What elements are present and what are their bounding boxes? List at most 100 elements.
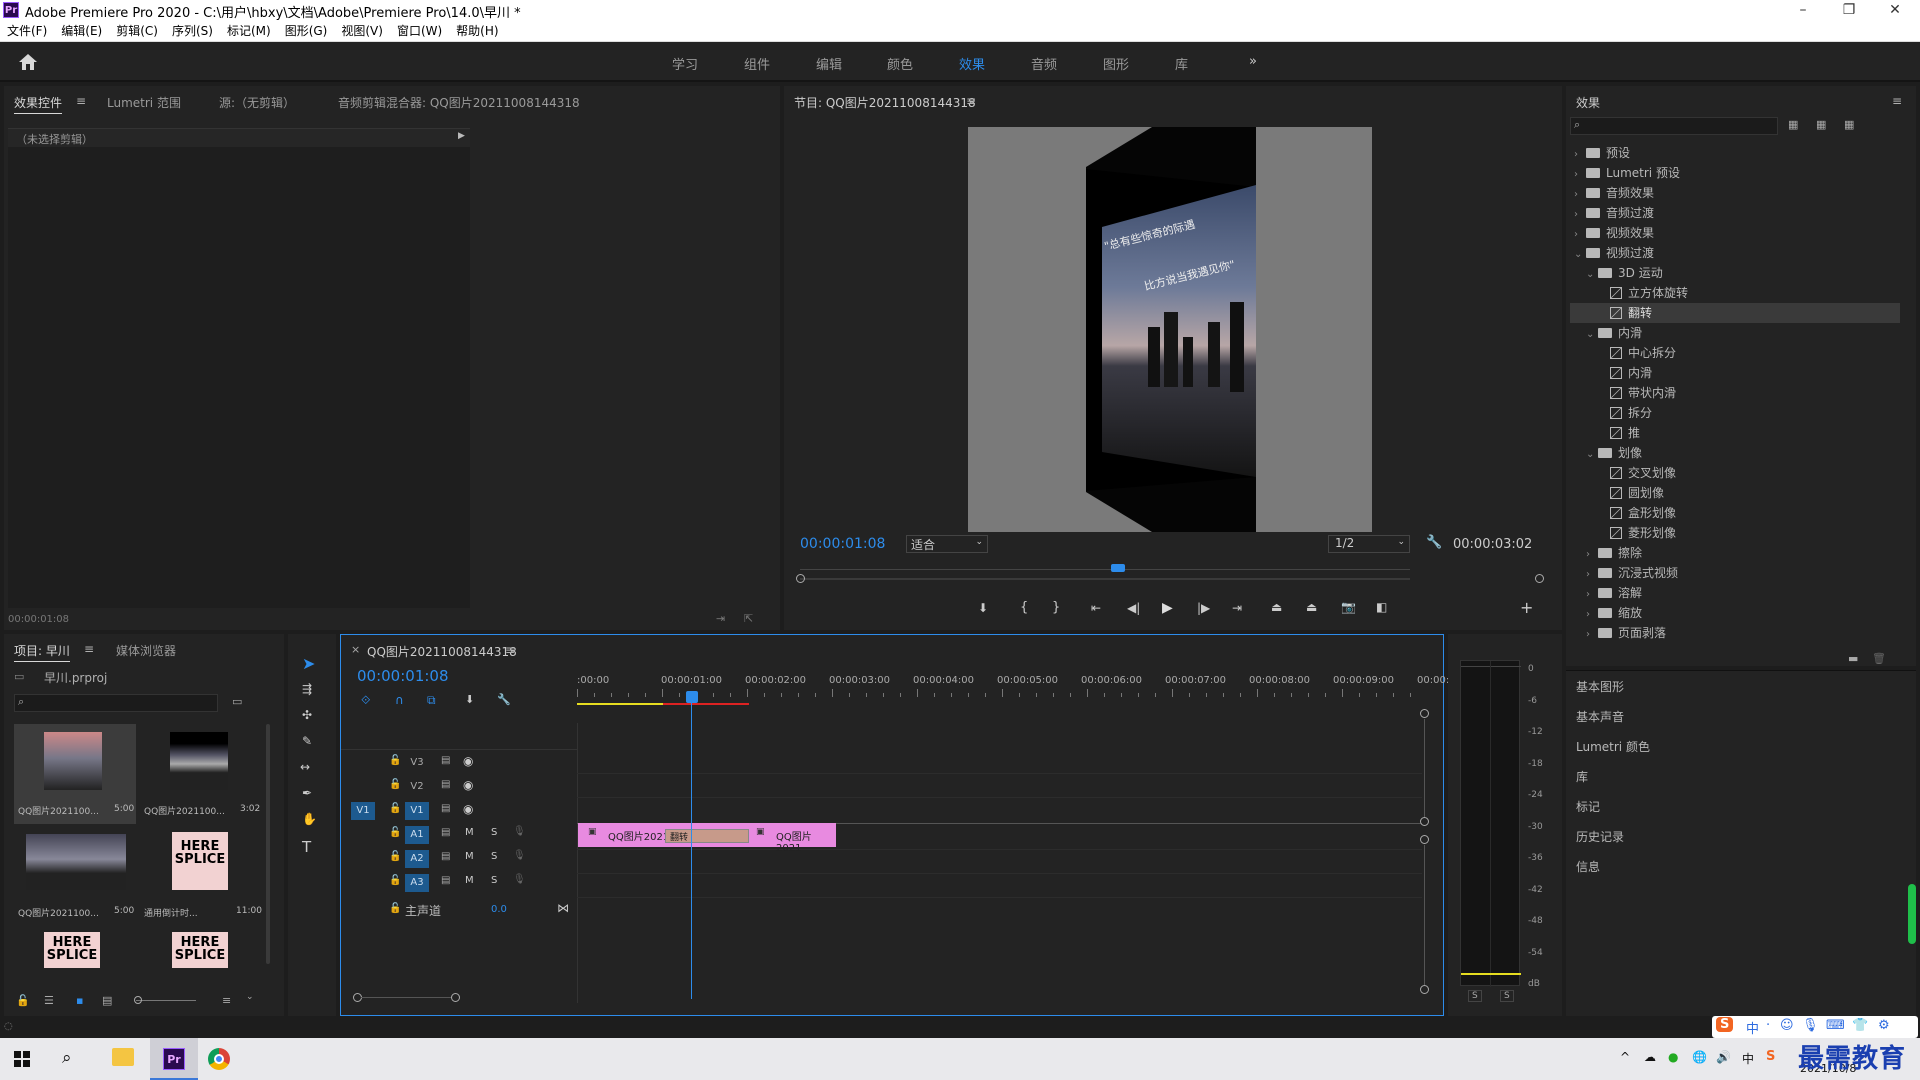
effects-tree-item[interactable]: › Lumetri 预设 [1570,163,1900,183]
microphone-icon[interactable]: 🎙 [513,874,526,885]
home-icon[interactable] [18,53,38,71]
mute-button[interactable]: M [465,827,474,838]
chevron-down-icon[interactable]: ⌄ [246,992,254,1002]
zoom-handle-left[interactable] [796,574,805,583]
effects-tree-item[interactable]: 圆划像 [1570,483,1900,503]
go-to-end-icon[interactable]: ⋈ [557,901,569,915]
menu-edit[interactable]: 编辑(E) [61,21,102,41]
pen-tool-icon[interactable]: ✒ [302,786,312,800]
side-panel-essential-graphics[interactable]: 基本图形 [1576,678,1624,695]
delete-icon[interactable]: 🗑 [1872,652,1886,665]
tab-media-browser[interactable]: 媒体浏览器 [116,642,176,659]
lock-icon[interactable]: 🔓 [389,903,401,914]
lock-icon[interactable]: 🔓 [389,803,401,814]
effects-tree-item[interactable]: › 溶解 [1570,583,1900,603]
solo-button[interactable]: S [491,827,497,838]
chevron-right-icon[interactable]: › [1586,625,1598,645]
lift-icon[interactable]: ⏏ [1271,600,1282,614]
zoom-slider-handle[interactable] [134,996,142,1004]
step-forward-icon[interactable]: |▶ [1197,601,1210,615]
vertical-zoom-handle[interactable] [1420,817,1429,826]
master-volume-value[interactable]: 0.0 [491,904,507,915]
sync-lock-icon[interactable]: ▤ [441,755,450,766]
menu-file[interactable]: 文件(F) [7,21,47,41]
effects-tree-item[interactable]: ⌄ 内滑 [1570,323,1900,343]
chevron-right-icon[interactable]: › [1574,165,1586,185]
go-to-in-icon[interactable]: ⇤ [1091,601,1101,615]
slip-tool-icon[interactable]: ↔ [300,760,310,774]
maximize-icon[interactable]: ❐ [1826,0,1872,21]
side-panel-markers[interactable]: 标记 [1576,798,1600,815]
vertical-zoom-handle[interactable] [1420,709,1429,718]
chevron-down-icon[interactable]: ⌄ [1586,445,1598,465]
track-target-toggle[interactable]: V1 [405,802,429,820]
chevron-right-icon[interactable]: › [1586,605,1598,625]
track-target-toggle[interactable]: V3 [405,754,429,772]
effects-tree-item[interactable]: 交叉划像 [1570,463,1900,483]
effects-tree-item[interactable]: 盒形划像 [1570,503,1900,523]
chevron-down-icon[interactable]: ⌄ [1574,245,1586,265]
input-method-icon[interactable]: 中 [1742,1050,1754,1067]
program-playhead[interactable] [1111,564,1125,572]
effects-tree-item[interactable]: › 沉浸式视频 [1570,563,1900,583]
track-target-toggle[interactable]: A2 [405,850,429,868]
tab-effect-controls[interactable]: 效果控件 [14,94,63,114]
sync-lock-icon[interactable]: ▤ [441,851,450,862]
network-icon[interactable]: 🌐 [1692,1050,1707,1064]
effects-menu-icon[interactable]: ≡ [1892,94,1902,108]
side-scrollbar[interactable] [1908,884,1916,944]
track-target-toggle[interactable]: V2 [405,778,429,796]
menu-window[interactable]: 窗口(W) [397,21,442,41]
mute-button[interactable]: M [465,851,474,862]
solo-button[interactable]: S [491,875,497,886]
eye-icon[interactable]: ◉ [463,754,473,768]
workspace-editing[interactable]: 编辑 [816,54,842,73]
side-panel-lumetri-color[interactable]: Lumetri 颜色 [1576,738,1650,755]
side-panel-history[interactable]: 历史记录 [1576,828,1624,845]
eye-icon[interactable]: ◉ [463,802,473,816]
project-item-5[interactable]: HERE SPLICE [44,932,100,968]
mark-in-icon[interactable]: { [1020,600,1028,615]
chrome-icon[interactable] [208,1048,230,1070]
mark-out-icon[interactable]: } [1052,600,1060,615]
program-current-timecode[interactable]: 00:00:01:08 [800,536,885,552]
freeform-view-icon[interactable]: ▤ [102,994,112,1007]
effects-tree-item[interactable]: 菱形划像 [1570,523,1900,543]
nest-icon[interactable]: ⟐ [361,693,370,708]
project-menu-icon[interactable]: ≡ [84,642,94,656]
flip-transition[interactable]: 翻转 [665,829,749,843]
ripple-icon[interactable]: ⇥ [716,612,725,625]
step-back-icon[interactable]: ◀| [1127,601,1140,615]
razor-tool-icon[interactable]: ✎ [302,734,312,748]
type-tool-icon[interactable]: T [302,838,311,856]
eye-icon[interactable]: ◉ [463,778,473,792]
side-panel-info[interactable]: 信息 [1576,858,1600,875]
audio-scrollbar[interactable] [1424,845,1425,985]
effects-tree-item[interactable]: ⌄ 划像 [1570,443,1900,463]
export-frame-camera-icon[interactable]: 📷 [1341,600,1356,614]
source-patch-v1[interactable]: V1 [351,802,375,820]
tab-source[interactable]: 源:（无剪辑） [219,94,295,111]
extract-icon[interactable]: ⏏ [1306,600,1317,614]
comparison-view-icon[interactable]: ◧ [1376,600,1387,614]
sync-lock-icon[interactable]: ▤ [441,827,450,838]
side-panel-essential-sound[interactable]: 基本声音 [1576,708,1624,725]
add-marker-icon[interactable]: ⬇ [465,693,474,706]
video-scrollbar[interactable] [1424,719,1425,817]
menu-sequence[interactable]: 序列(S) [172,21,213,41]
workspace-overflow-icon[interactable]: » [1249,54,1257,69]
snap-magnet-icon[interactable]: ∩ [395,693,404,707]
workspace-libraries[interactable]: 库 [1175,54,1188,73]
workspace-learn[interactable]: 学习 [672,54,698,73]
effects-tree-item[interactable]: › 音频效果 [1570,183,1900,203]
chevron-right-icon[interactable]: › [1574,205,1586,225]
program-zoom-bar[interactable] [800,578,1410,580]
workspace-graphics[interactable]: 图形 [1103,54,1129,73]
resolution-dropdown[interactable]: 1/2 ⌄ [1328,535,1410,553]
timeline-playhead-handle[interactable] [686,691,698,703]
menu-view[interactable]: 视图(V) [341,21,383,41]
project-item-1[interactable]: QQ图片2021100... 5:00 [14,724,136,824]
sogou-tray-icon[interactable]: S [1766,1049,1775,1064]
chevron-right-icon[interactable]: › [1586,565,1598,585]
solo-right-button[interactable]: S [1500,990,1514,1002]
